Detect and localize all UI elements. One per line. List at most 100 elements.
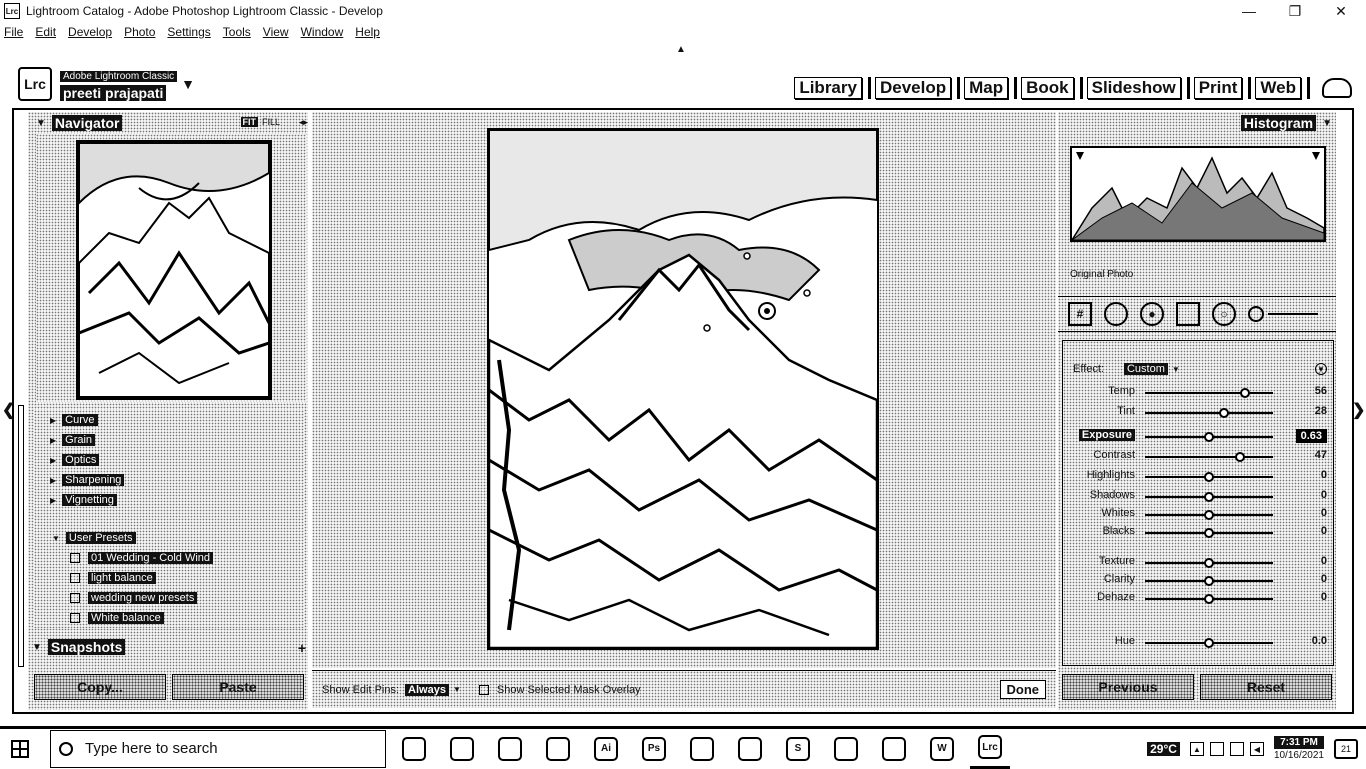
slider-knob[interactable] xyxy=(1204,472,1214,482)
left-scrollbar[interactable] xyxy=(18,405,24,667)
slider-knob[interactable] xyxy=(1204,594,1214,604)
navigator-fit-button[interactable]: FIT xyxy=(240,117,258,127)
preset-group-vignetting[interactable]: ▶ Vignetting xyxy=(34,490,304,510)
preset-group-grain[interactable]: ▶ Grain xyxy=(34,430,304,450)
menu-file[interactable]: File xyxy=(4,25,23,39)
cloud-sync-icon[interactable] xyxy=(1322,78,1352,98)
menu-help[interactable]: Help xyxy=(355,25,380,39)
preset-item[interactable]: White balance xyxy=(34,608,304,628)
show-edit-pins-select[interactable]: Always xyxy=(405,683,449,696)
taskbar-app-ps[interactable]: Ps xyxy=(634,729,674,769)
menu-tools[interactable]: Tools xyxy=(223,25,251,39)
weather-widget[interactable]: 29°C xyxy=(1147,742,1180,756)
slider-value[interactable]: 0 xyxy=(1321,591,1327,603)
taskbar-app-lightroom[interactable]: Lrc xyxy=(970,729,1010,769)
slider-value[interactable]: 28 xyxy=(1315,405,1327,417)
tool-slider[interactable] xyxy=(1268,313,1318,315)
taskbar-app-paint[interactable] xyxy=(826,729,866,769)
snapshots-header[interactable]: ▼ Snapshots + xyxy=(32,636,306,658)
preset-item[interactable]: 01 Wedding - Cold Wind xyxy=(34,548,304,568)
slider-value[interactable]: 0 xyxy=(1321,525,1327,537)
slider-value[interactable]: 0 xyxy=(1321,507,1327,519)
histogram-header[interactable]: Histogram ▼ xyxy=(1058,112,1336,134)
chevron-up-icon[interactable]: ▲ xyxy=(1189,742,1204,756)
slider-value[interactable]: 0 xyxy=(1321,489,1327,501)
module-book[interactable]: Book xyxy=(1021,77,1074,99)
crop-icon[interactable]: # xyxy=(1068,302,1092,326)
preset-group-optics[interactable]: ▶ Optics xyxy=(34,450,304,470)
slider-value[interactable]: 0 xyxy=(1321,469,1327,481)
slider-knob[interactable] xyxy=(1234,452,1245,462)
menu-edit[interactable]: Edit xyxy=(35,25,56,39)
paste-button[interactable]: Paste xyxy=(172,674,304,700)
module-map[interactable]: Map xyxy=(964,77,1009,99)
spot-removal-icon[interactable] xyxy=(1104,302,1128,326)
maximize-button[interactable]: ❐ xyxy=(1272,0,1318,22)
preset-item[interactable]: light balance xyxy=(34,568,304,588)
chevron-down-icon[interactable]: ▼ xyxy=(453,685,461,694)
taskbar-app-film[interactable] xyxy=(442,729,482,769)
slider-value[interactable]: 0.0 xyxy=(1312,635,1327,647)
slider-knob[interactable] xyxy=(1204,492,1214,502)
copy-button[interactable]: Copy... xyxy=(34,674,166,700)
slider-knob[interactable] xyxy=(1219,408,1230,418)
brush-icon[interactable] xyxy=(1248,306,1264,322)
slider-knob[interactable] xyxy=(1204,432,1214,442)
effect-select[interactable]: Custom xyxy=(1123,363,1168,375)
start-button[interactable] xyxy=(0,729,40,769)
previous-button[interactable]: Previous xyxy=(1062,674,1194,700)
taskbar-app-vlc[interactable] xyxy=(730,729,770,769)
slider-value[interactable]: 0.63 xyxy=(1295,429,1327,443)
menu-window[interactable]: Window xyxy=(301,25,344,39)
module-print[interactable]: Print xyxy=(1193,77,1243,99)
right-panel-collapse-icon[interactable]: ❯ xyxy=(1352,400,1365,420)
close-button[interactable]: ✕ xyxy=(1318,0,1364,22)
network-icon[interactable] xyxy=(1229,742,1244,756)
preset-item[interactable]: wedding new presets xyxy=(34,588,304,608)
clock[interactable]: 7:31 PM 10/16/2021 xyxy=(1273,736,1324,762)
slider-knob[interactable] xyxy=(1204,528,1214,538)
taskbar-app-skype[interactable]: S xyxy=(778,729,818,769)
add-snapshot-icon[interactable]: + xyxy=(298,640,306,656)
slider-knob[interactable] xyxy=(1204,510,1214,520)
menu-photo[interactable]: Photo xyxy=(124,25,155,39)
navigator-zoom-arrows-icon[interactable]: ◂▸ xyxy=(299,117,308,128)
left-panel-collapse-icon[interactable]: ❮ xyxy=(2,400,15,420)
taskbar-app-tablet[interactable] xyxy=(538,729,578,769)
module-slideshow[interactable]: Slideshow xyxy=(1086,77,1181,99)
taskbar-search[interactable]: Type here to search xyxy=(50,729,386,768)
panel-menu-icon[interactable]: ▼ xyxy=(1315,363,1327,375)
taskbar-app-chrome[interactable] xyxy=(682,729,722,769)
menu-develop[interactable]: Develop xyxy=(68,25,112,39)
slider-knob[interactable] xyxy=(1239,388,1250,398)
navigator-thumbnail[interactable] xyxy=(76,140,272,400)
slider-value[interactable]: 0 xyxy=(1321,573,1327,585)
radial-filter-icon[interactable]: ○ xyxy=(1212,302,1236,326)
main-photo[interactable] xyxy=(487,128,879,650)
chevron-down-icon[interactable]: ▼ xyxy=(1172,365,1180,374)
minimize-button[interactable]: — xyxy=(1226,0,1272,22)
slider-knob[interactable] xyxy=(1204,576,1214,586)
slider-knob[interactable] xyxy=(1204,638,1214,648)
taskbar-app-word[interactable]: W xyxy=(922,729,962,769)
navigator-fill-button[interactable]: FILL xyxy=(262,117,280,127)
graduated-filter-icon[interactable] xyxy=(1176,302,1200,326)
battery-icon[interactable] xyxy=(1209,742,1224,756)
red-eye-icon[interactable]: ● xyxy=(1140,302,1164,326)
menu-settings[interactable]: Settings xyxy=(167,25,210,39)
slider-track[interactable] xyxy=(1145,456,1273,458)
taskbar-app-obs[interactable] xyxy=(394,729,434,769)
done-button[interactable]: Done xyxy=(999,680,1046,699)
module-library[interactable]: Library xyxy=(794,77,862,99)
preset-group-curve[interactable]: ▶ Curve xyxy=(34,410,304,430)
slider-value[interactable]: 56 xyxy=(1315,385,1327,397)
slider-knob[interactable] xyxy=(1204,558,1214,568)
preset-group-sharpening[interactable]: ▶ Sharpening xyxy=(34,470,304,490)
notification-center-icon[interactable]: 21 xyxy=(1334,739,1358,759)
taskbar-app-edge[interactable] xyxy=(490,729,530,769)
taskbar-app-ai[interactable]: Ai xyxy=(586,729,626,769)
mask-overlay-checkbox[interactable] xyxy=(478,684,489,695)
module-develop[interactable]: Develop xyxy=(874,77,952,99)
slider-value[interactable]: 47 xyxy=(1315,449,1327,461)
slider-value[interactable]: 0 xyxy=(1321,555,1327,567)
